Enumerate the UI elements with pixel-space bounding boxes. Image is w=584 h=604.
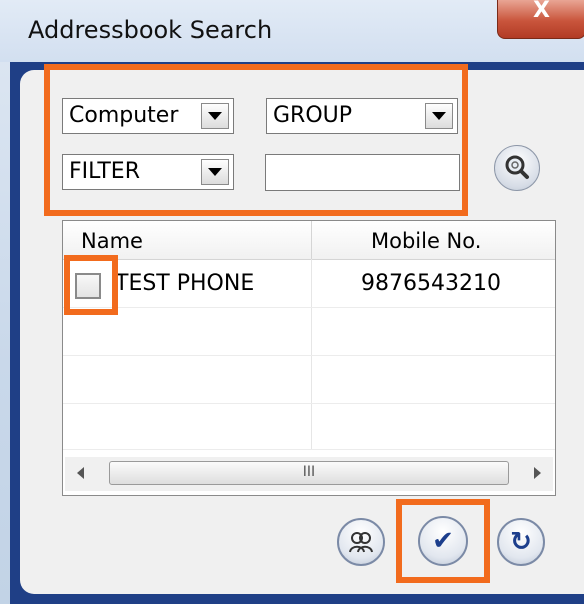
search-button[interactable]: [494, 145, 540, 191]
scroll-left-icon[interactable]: [77, 467, 84, 479]
contacts-table: Name Mobile No. TEST PHONE 9876543210 II…: [62, 220, 556, 496]
magnifier-icon: [505, 155, 529, 179]
addressbook-search-window: Addressbook Search X Computer GROUP FILT…: [0, 0, 584, 604]
horizontal-scrollbar[interactable]: III: [65, 457, 553, 491]
row-gridline: [63, 403, 555, 404]
column-gridline: [311, 259, 312, 449]
close-button[interactable]: X: [497, 0, 584, 39]
contacts-icon: [349, 532, 373, 553]
row-gridline: [63, 449, 555, 450]
scrollbar-thumb[interactable]: III: [109, 461, 509, 485]
contact-name: TEST PHONE: [115, 271, 255, 296]
refresh-button[interactable]: ↻: [497, 518, 545, 566]
highlight-filters: [44, 64, 468, 216]
scroll-right-icon[interactable]: [534, 467, 541, 479]
column-header-mobile[interactable]: Mobile No.: [371, 229, 481, 253]
highlight-checkbox: [64, 255, 118, 315]
window-title: Addressbook Search: [28, 16, 273, 44]
highlight-ok-button: [396, 499, 490, 583]
refresh-icon: ↻: [510, 527, 532, 557]
column-divider: [311, 221, 312, 259]
row-gridline: [63, 307, 555, 308]
title-bar: Addressbook Search X: [0, 0, 584, 62]
row-gridline: [63, 355, 555, 356]
column-header-name[interactable]: Name: [81, 229, 143, 253]
contacts-button[interactable]: [337, 518, 385, 566]
contact-mobile: 9876543210: [361, 271, 501, 296]
close-icon: X: [533, 0, 550, 23]
table-header: Name Mobile No.: [63, 221, 555, 260]
